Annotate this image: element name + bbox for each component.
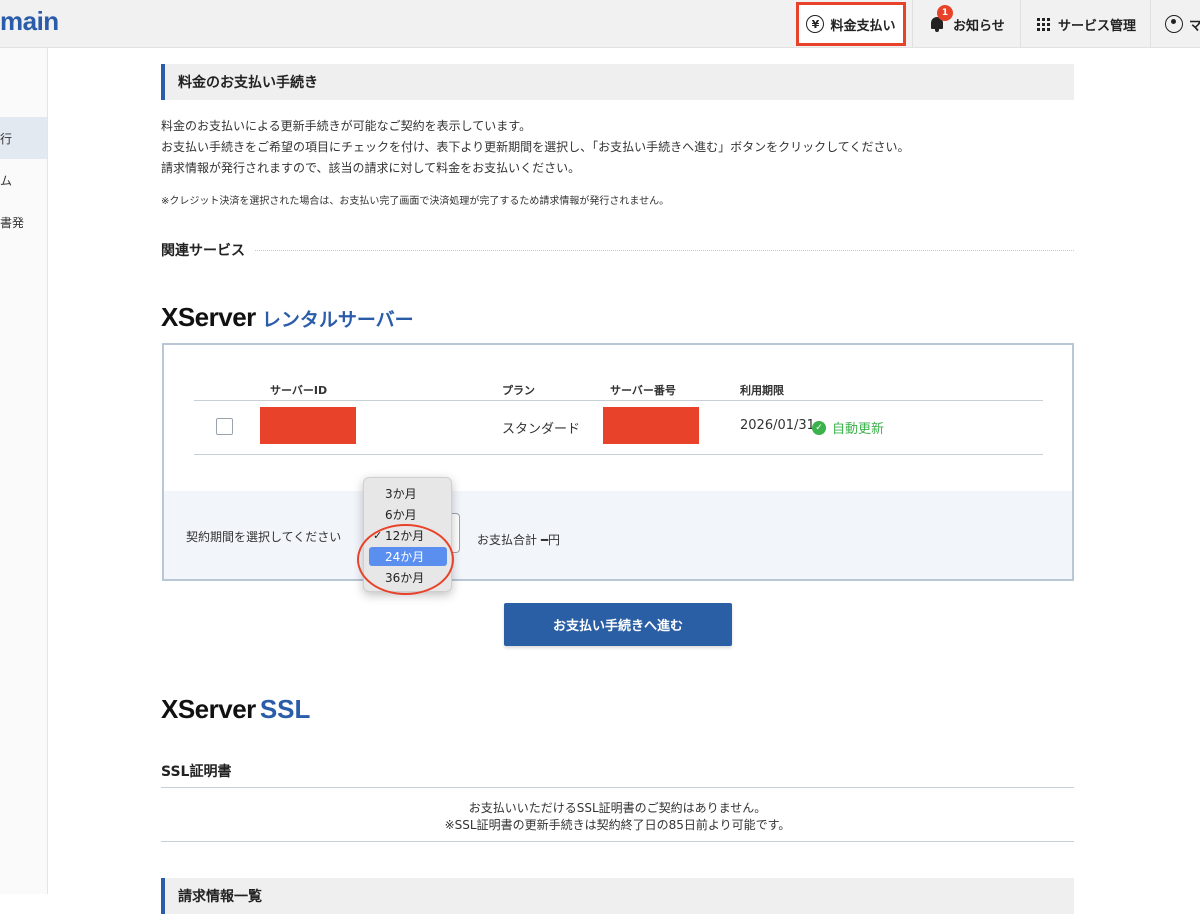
option-label: 36か月 [385,571,425,585]
sidebar-item-2[interactable]: ム [0,159,47,201]
ssl-heading: SSL証明書 [161,764,232,780]
logo-sub-text: レンタルサーバー [261,310,414,331]
row-plan: スタンダード [502,422,581,437]
proceed-payment-button[interactable]: お支払い手続きへ進む [504,603,732,646]
dotted-divider [255,249,1074,251]
option-label: 3か月 [385,487,417,501]
option-label: 6か月 [385,508,417,522]
ssl-divider [161,841,1074,842]
sidebar-item-3[interactable]: 書発 [0,201,47,243]
xserver-rental-logo: XServer レンタルサーバー [161,302,414,333]
nav-payment-button[interactable]: ¥ 料金支払い [796,2,906,46]
credit-note: ※クレジット決済を選択された場合は、お支払い完了画面で決済処理が完了するため請求… [161,196,670,207]
related-services-label: 関連サービス [161,243,245,259]
col-expiry: 利用期限 [740,384,784,397]
nav-payment-label: 料金支払い [830,18,896,34]
description-line-2: お支払い手続きをご希望の項目にチェックを付け、表下より更新期間を選択し、「お支払… [161,140,910,154]
server-id-redacted [260,407,356,444]
period-selection-area: 契約期間を選択してください お支払合計 ━円 [164,491,1072,579]
option-24-months[interactable]: 24か月 [369,547,447,566]
option-12-months[interactable]: ✓ 12か月 [369,526,447,545]
nav-services-label: サービス管理 [1058,18,1137,34]
check-circle-icon: ✓ [812,420,826,435]
sidebar-item-payment[interactable]: 行 [0,117,47,159]
option-label: 12か月 [385,529,425,543]
sidebar-item-label: ム [0,173,13,188]
nav-services-button[interactable]: サービス管理 [1020,0,1150,48]
description-line-1: 料金のお支払いによる更新手続きが可能なご契約を表示しています。 [161,119,532,133]
sidebar: 行 ム 書発 [0,48,48,894]
payment-total: お支払合計 ━円 [477,533,561,547]
server-number-redacted [603,407,699,444]
ssl-divider [161,787,1074,788]
nav-news-label: お知らせ [953,18,1005,34]
col-server-id: サーバーID [270,384,328,397]
related-services-heading: 関連サービス [161,240,1074,260]
col-server-number: サーバー番号 [610,384,676,397]
logo-main-text: XServer [161,694,256,724]
grid-icon [1037,17,1050,31]
top-header: main ¥ 料金支払い 1 お知らせ サービス管理 マ [0,0,1200,48]
nav-mypage-button[interactable]: マ [1150,0,1200,48]
page-title: 料金のお支払い手続き [161,64,1074,100]
option-6-months[interactable]: 6か月 [369,505,447,524]
logo-main-text: XServer [161,302,256,332]
description-line-3: 請求情報が発行されますので、該当の請求に対して料金をお支払いください。 [161,161,581,175]
sidebar-item-label: 行 [0,131,13,146]
row-expiry: 2026/01/31 [740,418,815,433]
period-dropdown-menu: 3か月 6か月 ✓ 12か月 24か月 36か月 [363,477,452,592]
auto-renew-label: 自動更新 [832,422,885,437]
checkmark-icon: ✓ [373,529,383,542]
brand-logo[interactable]: main [0,6,59,37]
col-plan: プラン [502,384,535,397]
bell-icon: 1 [929,5,953,33]
user-icon [1165,15,1183,33]
xserver-ssl-logo: XServer SSL [161,694,310,725]
ssl-message-1: お支払いいただけるSSL証明書のご契約はありません。 [468,801,767,815]
yen-icon: ¥ [806,15,825,33]
option-36-months[interactable]: 36か月 [369,568,447,587]
notification-badge: 1 [937,5,953,21]
ssl-message-2: ※SSL証明書の更新手続きは契約終了日の85日前より可能です。 [444,818,791,832]
logo-sub-text: SSL [259,694,311,724]
option-3-months[interactable]: 3か月 [369,484,447,503]
sidebar-item-label: 書発 [0,215,25,230]
row-checkbox[interactable] [216,418,233,435]
nav-news-button[interactable]: 1 お知らせ [912,0,1020,48]
brand-text: main [0,6,59,36]
table-divider [194,400,1043,401]
billing-list-title: 請求情報一覧 [161,878,1074,914]
auto-renew-status: ✓ 自動更新 [812,418,884,437]
table-divider [194,454,1043,455]
option-label: 24か月 [385,550,425,564]
period-label: 契約期間を選択してください [186,530,342,544]
rental-server-table: サーバーID プラン サーバー番号 利用期限 スタンダード 2026/01/31… [162,343,1074,581]
nav-mypage-label: マ [1189,18,1200,34]
